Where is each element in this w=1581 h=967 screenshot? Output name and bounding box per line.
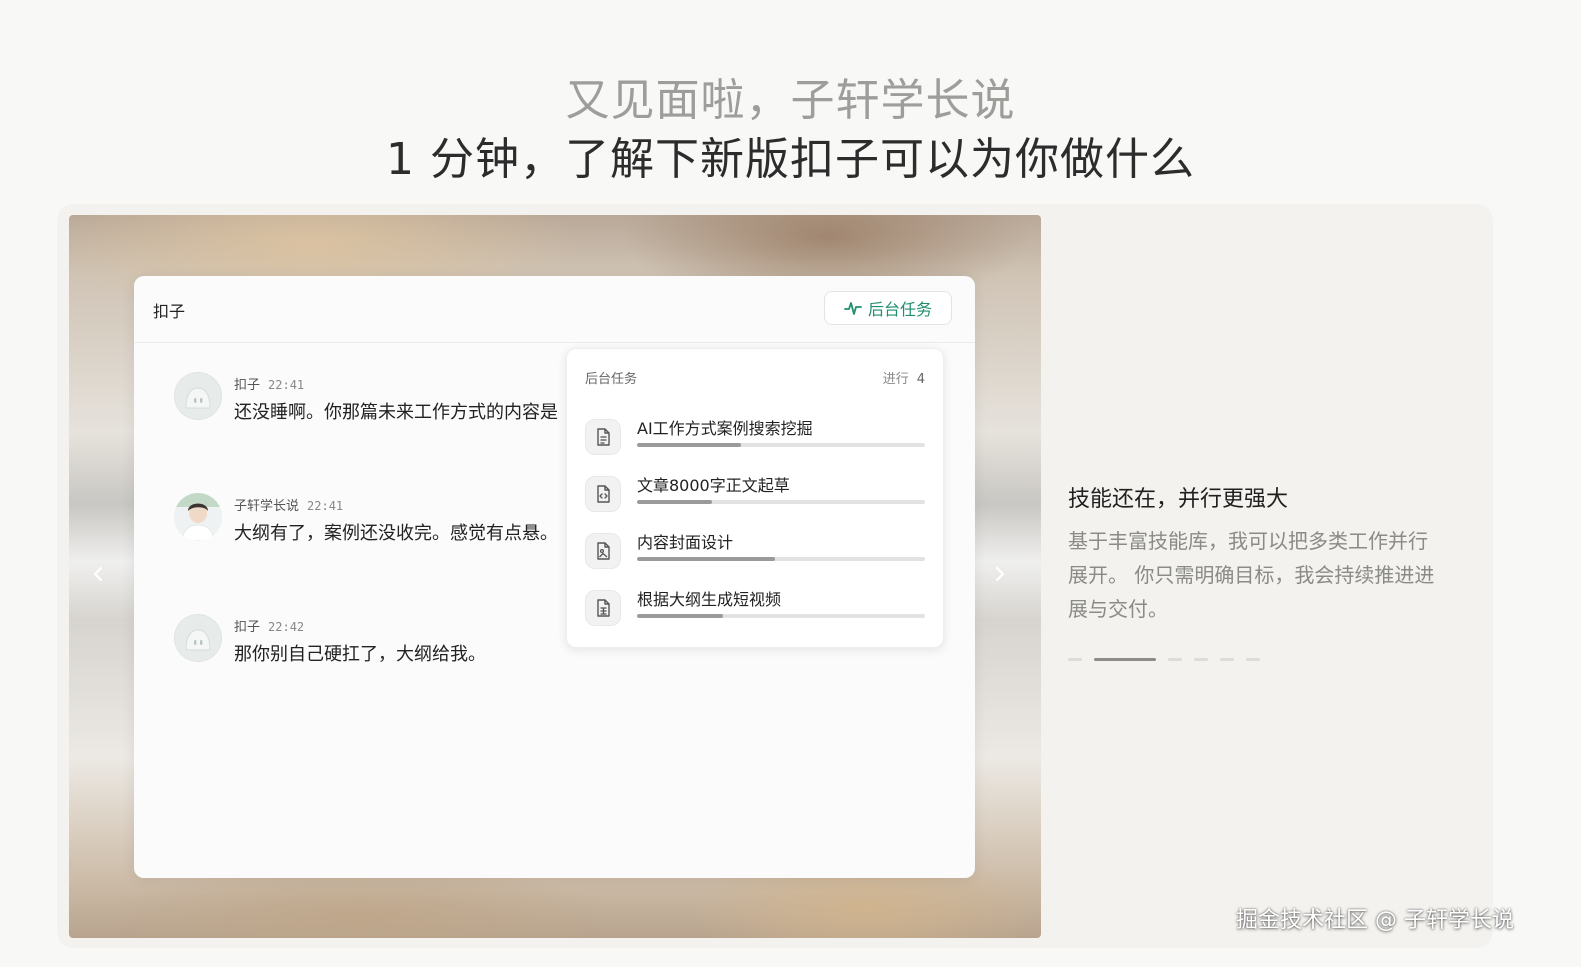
- message-time: 22:41: [268, 378, 305, 392]
- message-text: 大纲有了，案例还没收完。感觉有点悬。: [234, 523, 558, 544]
- feature-desc: 基于丰富技能库，我可以把多类工作并行 展开。 你只需明确目标，我会持续推进进 展…: [1068, 524, 1468, 626]
- feature-title: 技能还在，并行更强大: [1068, 487, 1289, 512]
- chevron-left-icon: [93, 566, 103, 582]
- task-progress-bar: [637, 614, 925, 618]
- task-name: 根据大纲生成短视频: [637, 590, 782, 609]
- activity-icon: [844, 302, 862, 315]
- carousel-prev-button[interactable]: [88, 562, 108, 586]
- task-status-label: 进行: [882, 372, 909, 387]
- app-title: 扣子: [153, 302, 186, 321]
- task-progress-fill: [637, 557, 776, 561]
- message-sender: 扣子: [234, 378, 261, 393]
- task-progress-bar: [637, 443, 925, 447]
- task-panel-status: 进行 4: [883, 368, 925, 387]
- task-progress-fill: [637, 614, 724, 618]
- feature-desc-line: 展与交付。: [1068, 597, 1168, 621]
- code-file-icon: [585, 476, 621, 512]
- message-text: 那你别自己硬扛了，大纲给我。: [234, 644, 486, 665]
- task-item[interactable]: AI工作方式案例搜索挖掘: [585, 415, 927, 455]
- background-tasks-button[interactable]: 后台任务: [824, 291, 952, 325]
- message-sender: 子轩学长说: [234, 499, 300, 514]
- feature-desc-line: 基于丰富技能库，我可以把多类工作并行: [1068, 529, 1428, 553]
- message-text: 还没睡啊。你那篇未来工作方式的内容是: [234, 402, 558, 423]
- chevron-right-icon: [995, 566, 1005, 582]
- background-task-panel: 后台任务 进行 4 AI工作方式案例搜索挖掘 文章8000字正文起草 内容封面设…: [566, 348, 944, 648]
- message-meta: 子轩学长说 22:41: [234, 495, 343, 514]
- task-item[interactable]: 内容封面设计: [585, 529, 927, 569]
- document-icon: [585, 419, 621, 455]
- carousel-pagination: [1068, 658, 1260, 661]
- message-time: 22:41: [307, 499, 344, 513]
- pagination-dot[interactable]: [1168, 658, 1182, 661]
- pagination-dot[interactable]: [1194, 658, 1208, 661]
- task-name: 文章8000字正文起草: [637, 476, 790, 495]
- hero-greeting: 又见面啦，子轩学长说: [565, 75, 1016, 126]
- pagination-dot-active[interactable]: [1094, 658, 1156, 661]
- app-window: 扣子 后台任务 扣子 22:41 还没睡啊。你那篇未来工作方式的内容是 子轩学长…: [134, 276, 975, 878]
- pagination-dot[interactable]: [1246, 658, 1260, 661]
- feature-description: 技能还在，并行更强大 基于丰富技能库，我可以把多类工作并行 展开。 你只需明确目…: [1068, 484, 1468, 626]
- image-file-icon: [585, 533, 621, 569]
- user-avatar: [174, 493, 222, 541]
- task-progress-bar: [637, 557, 925, 561]
- message-time: 22:42: [268, 620, 305, 634]
- bot-avatar: [174, 614, 222, 662]
- message-meta: 扣子 22:42: [234, 616, 304, 635]
- task-progress-fill: [637, 443, 741, 447]
- message-sender: 扣子: [234, 620, 261, 635]
- task-name: 内容封面设计: [637, 533, 734, 552]
- carousel-next-button[interactable]: [990, 562, 1010, 586]
- feature-desc-line: 展开。 你只需明确目标，我会持续推进进: [1068, 563, 1435, 587]
- task-item[interactable]: 文章8000字正文起草: [585, 472, 927, 512]
- task-name: AI工作方式案例搜索挖掘: [637, 419, 813, 438]
- task-panel-title: 后台任务: [585, 372, 638, 387]
- app-header: 扣子 后台任务: [134, 276, 975, 343]
- video-file-icon: [585, 590, 621, 626]
- hero: 又见面啦，子轩学长说 1 分钟，了解下新版扣子可以为你做什么: [0, 70, 1581, 188]
- message-meta: 扣子 22:41: [234, 374, 304, 393]
- task-item[interactable]: 根据大纲生成短视频: [585, 586, 927, 626]
- task-progress-fill: [637, 500, 712, 504]
- pagination-dot[interactable]: [1220, 658, 1234, 661]
- background-tasks-button-label: 后台任务: [867, 300, 932, 319]
- hero-headline: 1 分钟，了解下新版扣子可以为你做什么: [386, 134, 1195, 185]
- task-count: 4: [916, 372, 925, 387]
- task-progress-bar: [637, 500, 925, 504]
- bot-avatar: [174, 372, 222, 420]
- pagination-dot[interactable]: [1068, 658, 1082, 661]
- watermark: 掘金技术社区 @ 子轩学长说: [1236, 908, 1514, 933]
